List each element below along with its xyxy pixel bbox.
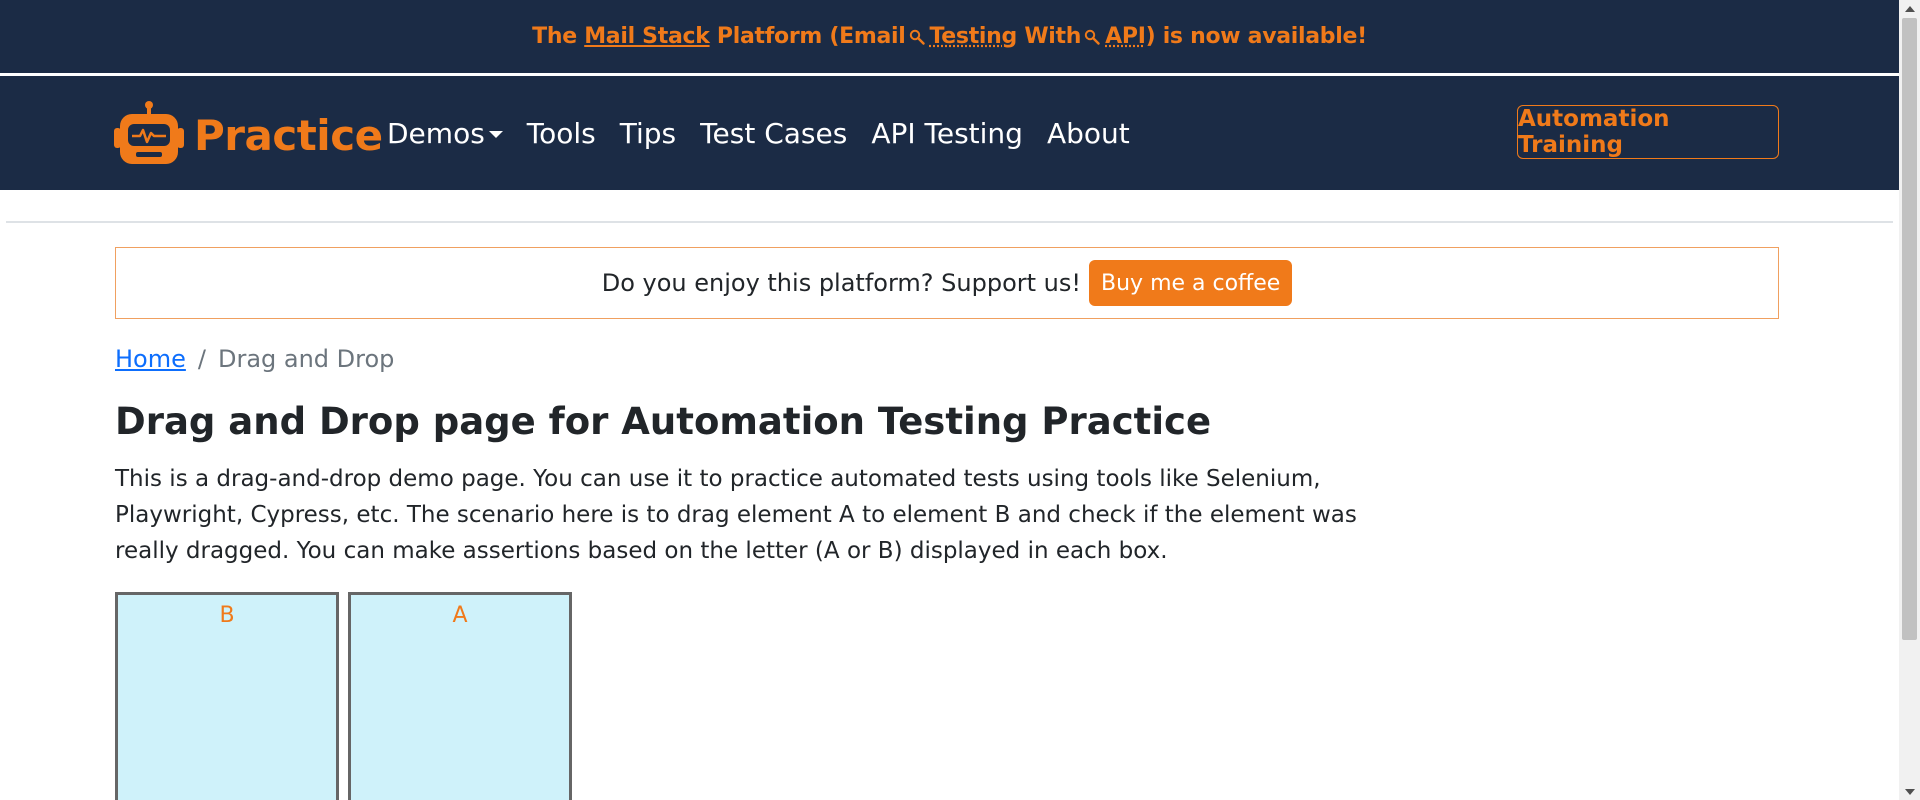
brand-link[interactable]: Practice [114, 100, 383, 170]
support-text: Do you enjoy this platform? Support us! [601, 269, 1082, 297]
buy-coffee-button[interactable]: Buy me a coffee [1089, 260, 1293, 306]
announcement-text-4: ) is now available! [1145, 24, 1368, 49]
magnifier-icon [909, 26, 927, 48]
automation-training-button[interactable]: Automation Training [1517, 105, 1779, 159]
breadcrumb-separator: / [197, 345, 206, 373]
announcement-text-1: The [532, 24, 585, 49]
navbar: Practice Demos Tools Tips Test Cases API… [0, 76, 1899, 190]
breadcrumb-current: Drag and Drop [217, 345, 395, 373]
announcement-bar: The Mail Stack Platform (Email Testing W… [0, 0, 1899, 76]
drag-box-right[interactable]: A [348, 592, 572, 800]
nav-links: Demos Tools Tips Test Cases API Testing … [387, 76, 1154, 190]
testing-term[interactable]: Testing [930, 24, 1018, 49]
nav-about[interactable]: About [1047, 117, 1130, 150]
mail-stack-link[interactable]: Mail Stack [584, 24, 710, 49]
drag-box-left[interactable]: B [115, 592, 339, 800]
vertical-scrollbar[interactable] [1899, 0, 1920, 800]
nav-demos-label: Demos [387, 116, 485, 150]
nav-demos[interactable]: Demos [387, 117, 503, 150]
box-letter: B [219, 603, 235, 628]
scroll-up-arrow-icon[interactable] [1899, 0, 1920, 17]
page-description: This is a drag-and-drop demo page. You c… [115, 466, 1357, 564]
breadcrumb-home-link[interactable]: Home [115, 345, 186, 373]
nav-tools[interactable]: Tools [527, 117, 596, 150]
divider [6, 221, 1893, 223]
brand-name: Practice [194, 110, 383, 160]
api-term[interactable]: API [1105, 24, 1146, 49]
page-title: Drag and Drop page for Automation Testin… [115, 400, 1212, 443]
nav-api-testing[interactable]: API Testing [871, 117, 1023, 150]
magnifier-icon [1084, 26, 1102, 48]
announcement-text-3: With [1016, 24, 1082, 49]
robot-icon [114, 100, 184, 170]
box-letter: A [452, 603, 468, 628]
scrollbar-thumb[interactable] [1902, 18, 1917, 640]
nav-tips[interactable]: Tips [620, 117, 676, 150]
announcement-text-2: Platform (Email [709, 24, 906, 49]
scroll-down-arrow-icon[interactable] [1899, 783, 1920, 800]
caret-down-icon [488, 130, 503, 138]
nav-test-cases[interactable]: Test Cases [700, 117, 847, 150]
page: The Mail Stack Platform (Email Testing W… [0, 0, 1899, 800]
breadcrumb: Home / Drag and Drop [115, 345, 394, 373]
support-banner: Do you enjoy this platform? Support us! … [115, 247, 1779, 319]
